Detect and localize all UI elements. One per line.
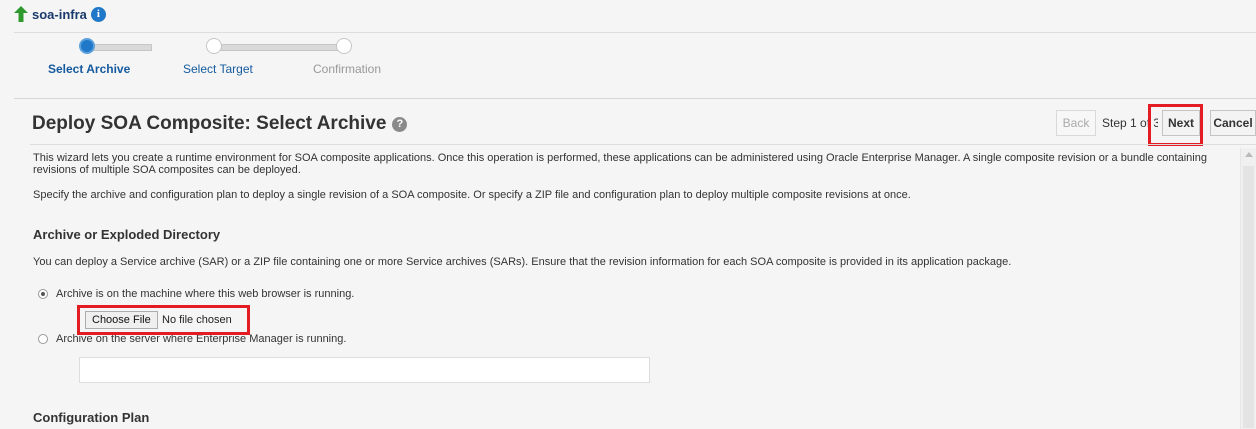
wizard-train: Select Archive Select Target Confirmatio…: [0, 34, 420, 84]
train-stop-select-target[interactable]: [206, 38, 222, 54]
cancel-button[interactable]: Cancel: [1210, 110, 1256, 136]
scroll-thumb[interactable]: [1243, 166, 1254, 428]
radio-local-archive[interactable]: [38, 289, 48, 299]
page-title-text: Deploy SOA Composite: Select Archive: [32, 113, 387, 134]
train-label-confirmation: Confirmation: [313, 62, 382, 76]
content-divider: [30, 144, 1256, 145]
radio-local-archive-label[interactable]: Archive is on the machine where this web…: [56, 288, 354, 300]
top-bar: soa-infra i: [0, 0, 1256, 32]
scroll-up-icon[interactable]: [1245, 152, 1253, 157]
vertical-scrollbar[interactable]: [1240, 148, 1256, 429]
server-archive-path-input[interactable]: [79, 357, 650, 383]
archive-section-heading: Archive or Exploded Directory: [33, 227, 221, 242]
next-button-highlight: [1148, 104, 1203, 146]
train-label-select-archive: Select Archive: [48, 62, 131, 76]
info-icon[interactable]: i: [90, 6, 106, 22]
app-title-area: soa-infra i: [14, 6, 106, 22]
train-connector: [92, 44, 152, 51]
train-label-select-target[interactable]: Select Target: [183, 62, 253, 76]
back-button[interactable]: Back: [1056, 110, 1096, 136]
config-plan-heading: Configuration Plan: [33, 410, 150, 425]
help-icon[interactable]: ?: [392, 116, 408, 132]
radio-server-archive[interactable]: [38, 334, 48, 344]
up-arrow-icon: [14, 6, 28, 22]
choose-file-highlight: [77, 305, 250, 335]
title-divider: [14, 32, 1256, 33]
intro-paragraph-2: Specify the archive and configuration pl…: [33, 189, 911, 201]
header-divider: [14, 98, 1256, 99]
train-stop-select-archive: [79, 38, 95, 54]
page-title: Deploy SOA Composite: Select Archive ?: [32, 113, 408, 135]
app-title[interactable]: soa-infra: [32, 7, 87, 22]
archive-section-description: You can deploy a Service archive (SAR) o…: [33, 256, 1012, 268]
intro-paragraph-1: This wizard lets you create a runtime en…: [33, 152, 1207, 176]
train-stop-confirmation: [336, 38, 352, 54]
train-connector: [214, 44, 340, 51]
